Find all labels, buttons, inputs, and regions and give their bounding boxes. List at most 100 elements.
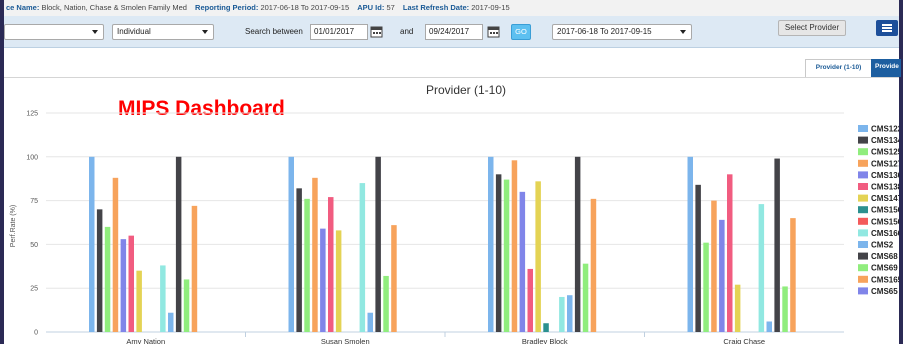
bar-cms122[interactable] — [89, 156, 95, 332]
legend-item-label[interactable]: CMS2 — [871, 241, 894, 250]
legend-item-label[interactable]: CMS138 — [871, 183, 903, 192]
chevron-down-icon — [202, 30, 208, 34]
bar-cms156[interactable] — [543, 323, 549, 332]
calendar-icon[interactable] — [487, 25, 500, 38]
bar-cms68[interactable] — [175, 156, 182, 332]
bar-cms127[interactable] — [511, 160, 518, 332]
bar-cms138[interactable] — [727, 174, 733, 332]
bar-cms125[interactable] — [104, 226, 111, 332]
to-date-input[interactable]: 09/24/2017 — [425, 24, 483, 40]
menu-button[interactable] — [876, 20, 898, 36]
legend-item-label[interactable]: CMS127 — [871, 159, 903, 168]
legend-item-label[interactable]: CMS69 — [871, 264, 898, 273]
bar-cms130[interactable] — [719, 219, 725, 332]
bar-cms165[interactable] — [191, 205, 198, 332]
bar-cms125[interactable] — [703, 242, 709, 332]
x-category-label: Amy Nation — [126, 337, 165, 344]
bar-cms134[interactable] — [695, 184, 701, 332]
bar-cms138[interactable] — [527, 268, 534, 332]
legend-swatch — [858, 136, 868, 144]
from-date-input[interactable]: 01/01/2017 — [310, 24, 368, 40]
bar-cms134[interactable] — [495, 174, 502, 332]
bar-cms122[interactable] — [687, 156, 694, 332]
bar-cms125[interactable] — [304, 198, 310, 332]
legend-swatch — [858, 217, 868, 225]
legend-swatch — [858, 194, 868, 202]
bar-cms127[interactable] — [711, 200, 717, 332]
reporting-period-value: 2017-06-18 To 2017-09-15 — [260, 3, 350, 12]
bar-cms125[interactable] — [503, 179, 510, 332]
legend-item-label[interactable]: CMS165 — [871, 275, 903, 284]
legend-item-label[interactable]: CMS147 — [871, 194, 903, 203]
calendar-icon[interactable] — [370, 25, 383, 38]
bar-cms147[interactable] — [136, 270, 142, 332]
tab-provider-next[interactable]: Provide — [871, 59, 901, 77]
bar-cms166[interactable] — [359, 183, 366, 332]
bar-cms134[interactable] — [96, 209, 103, 332]
bar-cms2[interactable] — [367, 312, 374, 332]
last-refresh-value: 2017-09-15 — [471, 3, 510, 12]
bar-cms166[interactable] — [758, 204, 765, 332]
bar-cms147[interactable] — [734, 284, 741, 332]
y-axis-ticks: 0 25 50 75 100 125 — [26, 111, 38, 337]
chart-title: Provider (1-10) — [426, 83, 506, 97]
bar-cms68[interactable] — [574, 156, 581, 332]
legend-swatch — [858, 171, 868, 179]
legend-item-label[interactable]: CMS125 — [871, 148, 903, 157]
practice-dropdown[interactable] — [4, 24, 104, 40]
bar-cms69[interactable] — [582, 263, 589, 332]
legend-item-label[interactable]: CMS65 — [871, 287, 898, 296]
bar-cms127[interactable] — [312, 177, 318, 332]
bar-cms138[interactable] — [328, 197, 334, 332]
bar-cms130[interactable] — [519, 191, 526, 332]
legend-swatch — [858, 148, 868, 156]
bar-cms165[interactable] — [790, 218, 796, 332]
bar-cms69[interactable] — [383, 275, 389, 332]
report-info-bar: ce Name: Block, Nation, Chase & Smolen F… — [4, 0, 899, 16]
legend-item-label[interactable]: CMS68 — [871, 252, 898, 261]
bar-cms147[interactable] — [335, 230, 342, 332]
bar-cms2[interactable] — [567, 295, 573, 332]
bar-cms122[interactable] — [288, 156, 295, 332]
bar-cms68[interactable] — [774, 158, 780, 332]
bar-cms127[interactable] — [112, 177, 119, 332]
bar-cms69[interactable] — [782, 286, 788, 332]
legend-swatch — [858, 206, 868, 214]
search-between-label: Search between — [245, 27, 303, 36]
legend-swatch — [858, 183, 868, 190]
bar-cms2[interactable] — [168, 312, 174, 332]
bar-cms69[interactable] — [183, 279, 190, 332]
go-button[interactable]: GO — [511, 24, 531, 40]
legend-item-label[interactable]: CMS156 — [871, 217, 903, 226]
legend-item-label[interactable]: CMS166 — [871, 229, 903, 238]
legend-item-label[interactable]: CMS130 — [871, 171, 903, 180]
bar-cms165[interactable] — [391, 225, 397, 332]
y-tick-label: 0 — [34, 330, 38, 337]
report-type-dropdown[interactable]: Individual — [112, 24, 214, 40]
legend-item-label[interactable]: CMS134 — [871, 136, 903, 145]
bar-cms166[interactable] — [559, 296, 565, 332]
reporting-period-dropdown[interactable]: 2017-06-18 To 2017-09-15 — [552, 24, 692, 40]
bar-cms130[interactable] — [120, 239, 127, 332]
legend-item-label[interactable]: CMS156 — [871, 206, 903, 215]
bar-cms122[interactable] — [488, 156, 494, 332]
select-provider-button[interactable]: Select Provider — [778, 20, 846, 36]
bar-cms166[interactable] — [160, 265, 166, 332]
bar-cms68[interactable] — [375, 156, 381, 332]
filter-toolbar: Individual Search between 01/01/2017 and… — [4, 16, 899, 48]
legend-swatch — [858, 125, 868, 132]
y-tick-label: 50 — [30, 242, 38, 249]
bar-cms165[interactable] — [590, 198, 597, 332]
bar-cms2[interactable] — [766, 321, 773, 332]
bar-cms130[interactable] — [320, 228, 326, 332]
bar-cms147[interactable] — [535, 181, 541, 332]
legend-swatch — [858, 275, 868, 283]
apu-id-label: APU Id: — [357, 3, 385, 12]
x-category-label: Craig Chase — [723, 337, 765, 344]
bar-cms138[interactable] — [128, 235, 135, 332]
bar-cms134[interactable] — [296, 188, 302, 332]
legend-item-label[interactable]: CMS122 — [871, 125, 903, 134]
y-tick-label: 75 — [30, 198, 38, 205]
tab-provider-1-10[interactable]: Provider (1-10) — [805, 59, 872, 77]
x-category-label: Bradley Block — [522, 337, 568, 344]
